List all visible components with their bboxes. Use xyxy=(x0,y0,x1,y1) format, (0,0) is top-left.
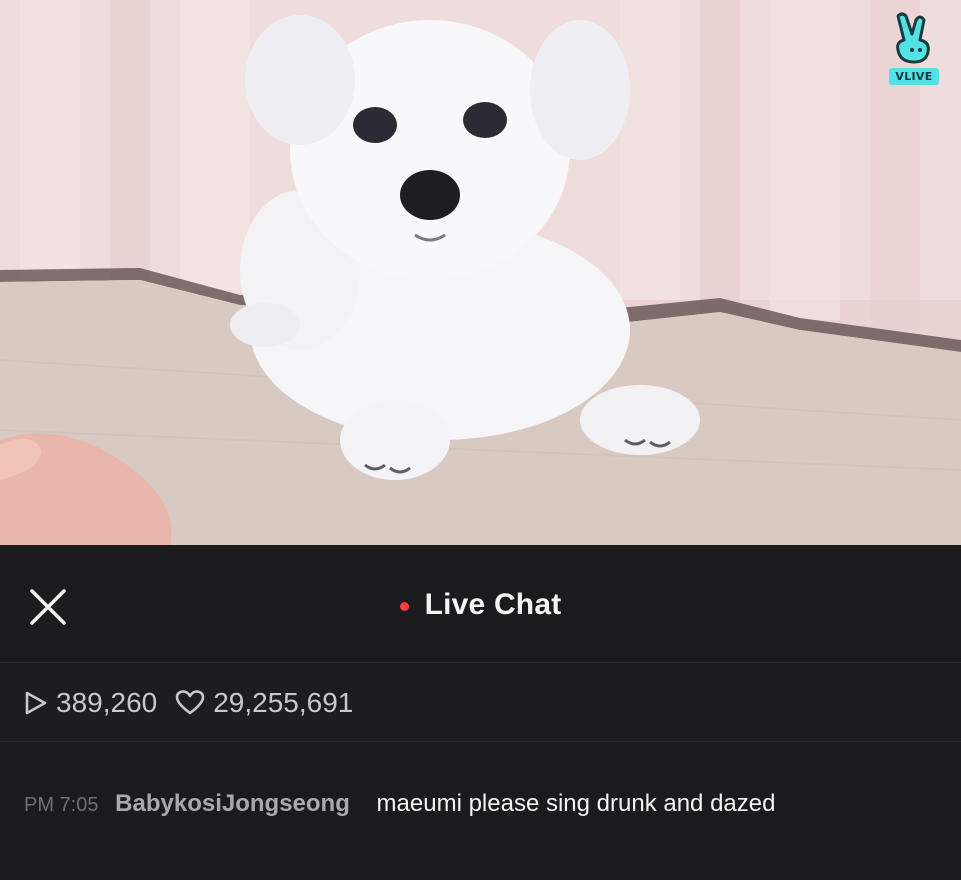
page-title: Live Chat xyxy=(424,588,562,621)
video-player[interactable]: VLIVE xyxy=(0,0,961,545)
chat-username[interactable]: BabykosiJongseong xyxy=(115,790,350,817)
chat-timestamp: PM 7:05 xyxy=(24,794,99,816)
vlive-logo: VLIVE xyxy=(886,10,942,90)
vlive-logo-text: VLIVE xyxy=(889,68,939,85)
live-chat-header: Live Chat xyxy=(0,545,961,663)
play-icon xyxy=(25,691,47,714)
live-indicator-dot xyxy=(399,601,409,611)
chat-message-list[interactable]: PM 7:05 BabykosiJongseong maeumi please … xyxy=(0,742,961,880)
heart-count-value: 29,255,691 xyxy=(213,686,354,718)
title-group: Live Chat xyxy=(0,585,961,625)
play-count: 389,260 xyxy=(24,687,157,719)
play-count-value: 389,260 xyxy=(56,686,158,718)
stats-row: 389,260 29,255,691 xyxy=(0,664,961,742)
heart-icon xyxy=(175,689,205,714)
chat-message: PM 7:05 BabykosiJongseong maeumi please … xyxy=(24,784,937,825)
heart-count: 29,255,691 xyxy=(175,687,353,719)
vlive-peace-hand-icon xyxy=(896,12,930,64)
video-frame-dog xyxy=(0,0,961,545)
chat-message-text: maeumi please sing drunk and dazed xyxy=(376,790,776,817)
